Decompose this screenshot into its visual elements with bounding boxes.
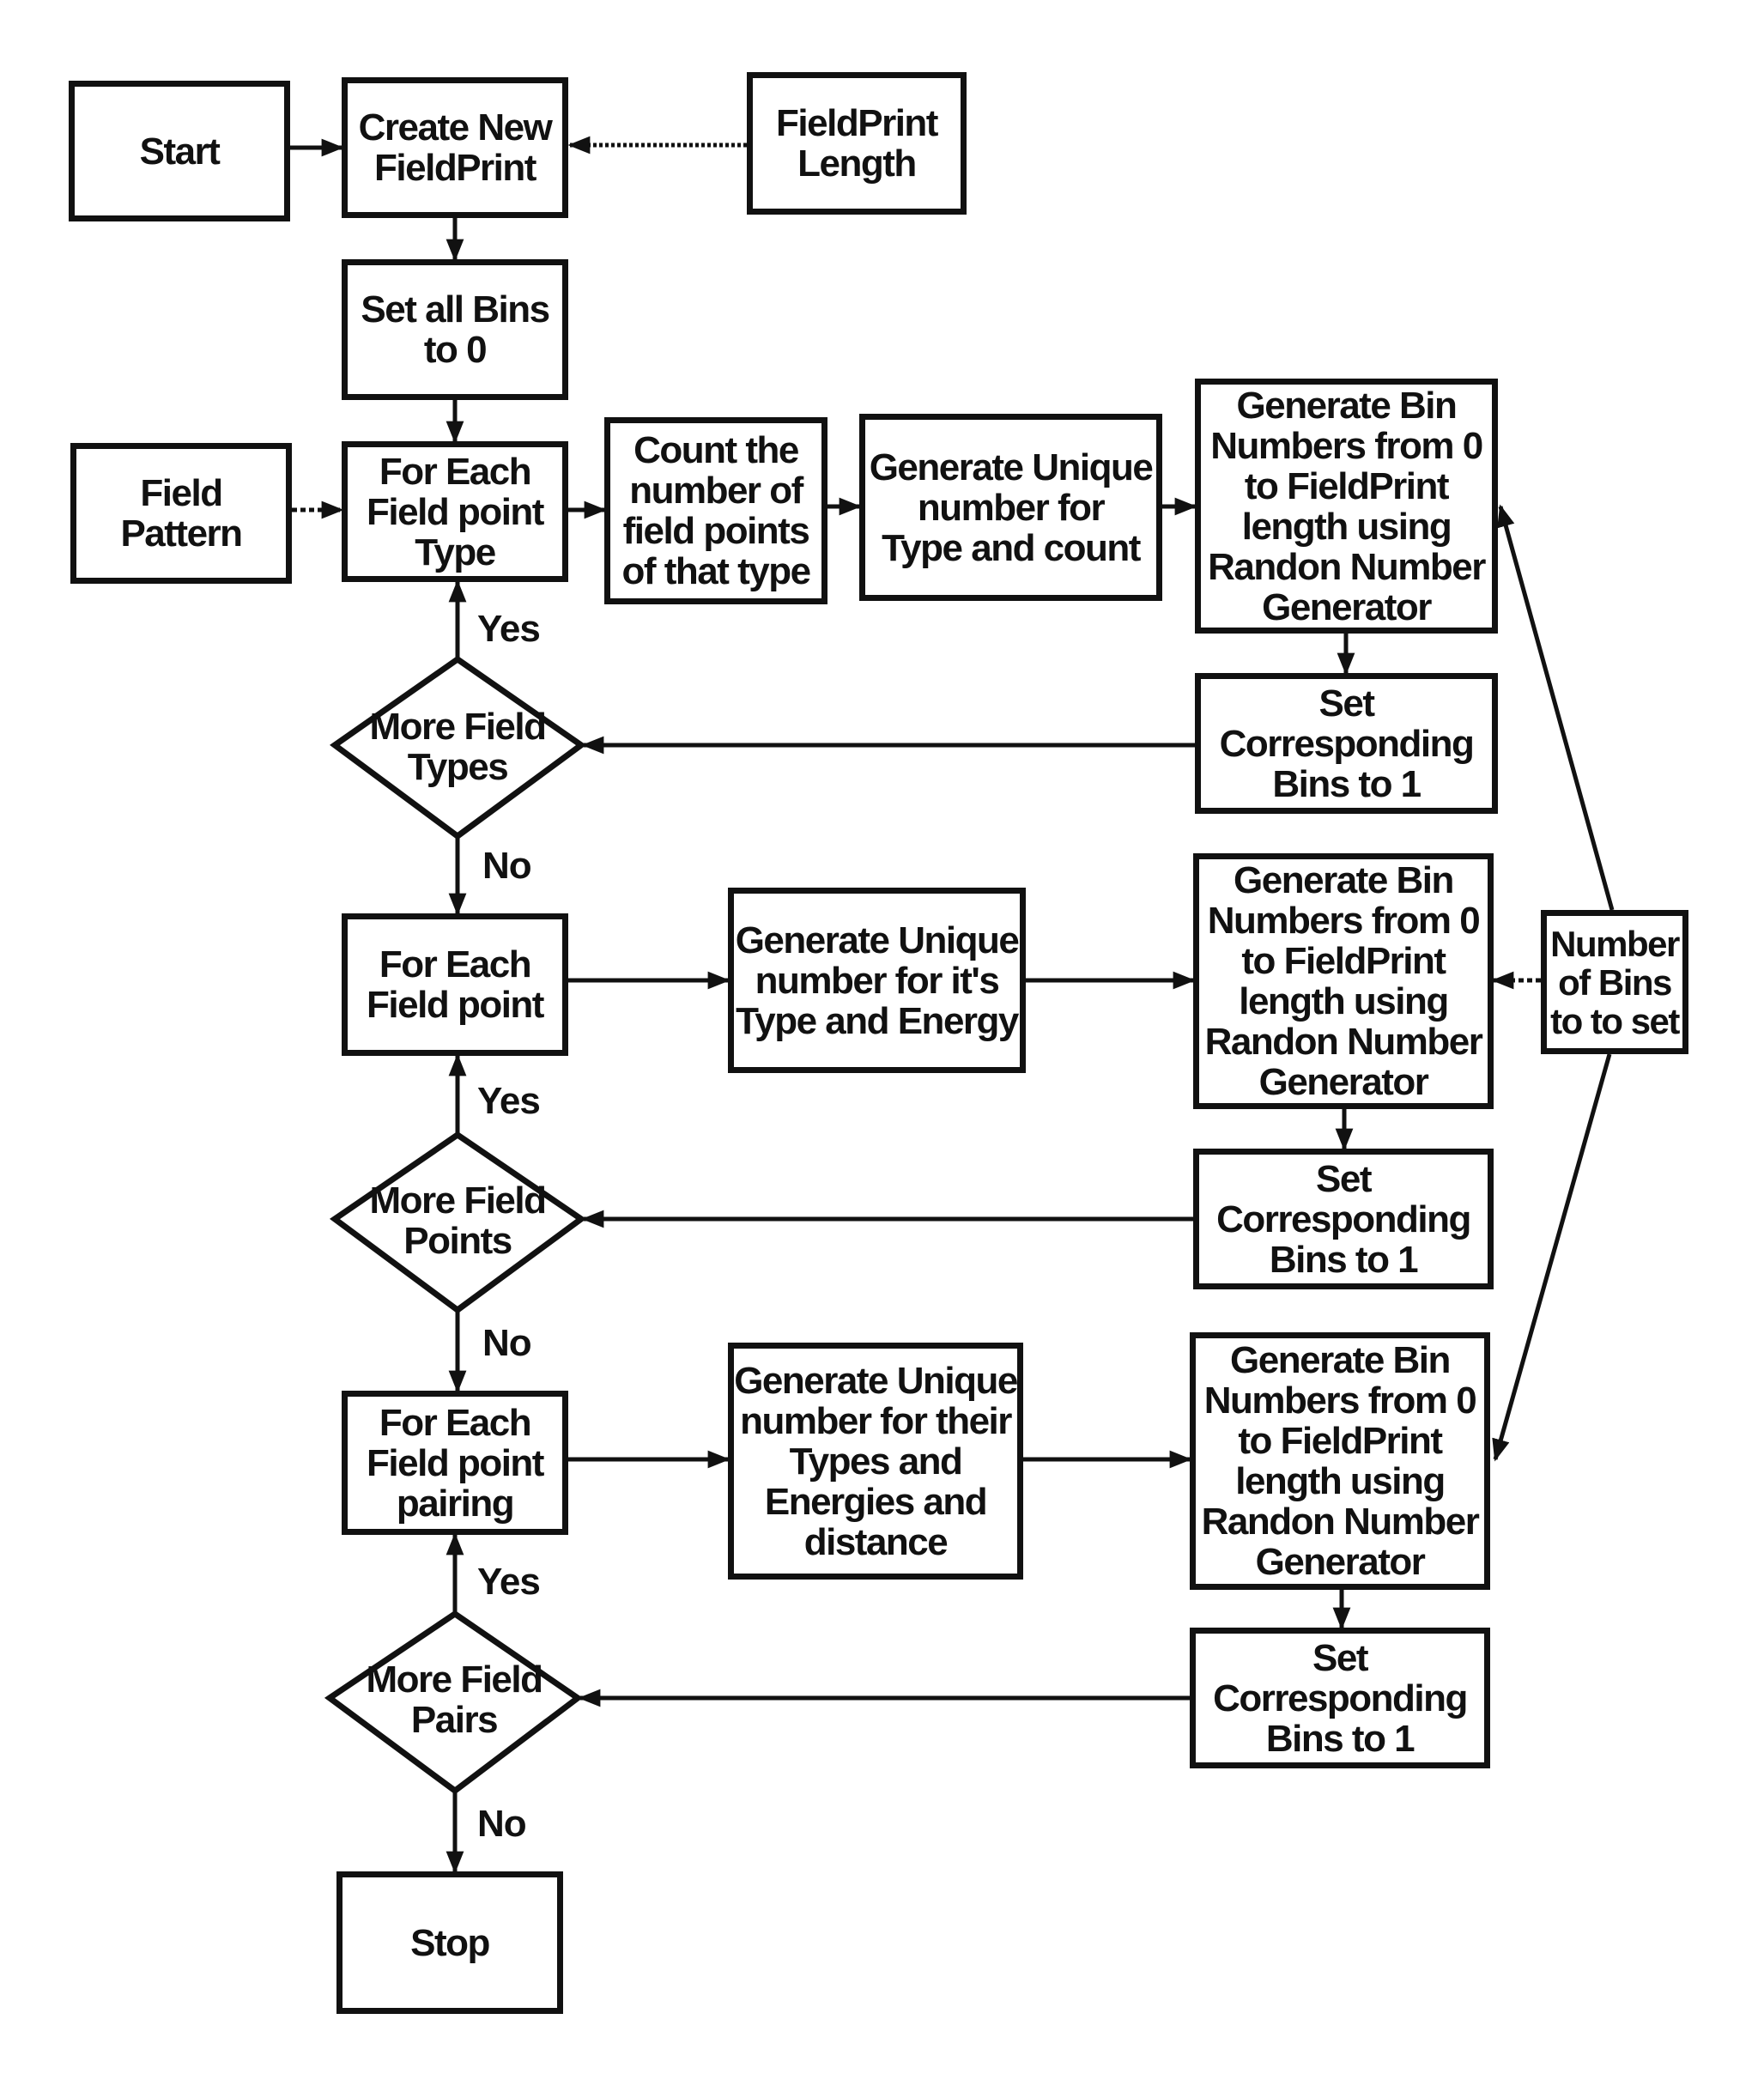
number-of-bins-node: Number of Bins to to set (1541, 910, 1688, 1054)
more-points-text: More Field Points (369, 1179, 547, 1262)
yes-label-2: Yes (477, 1080, 541, 1122)
foreach-point-node: For Each Field point (342, 913, 568, 1056)
no-label-2: No (482, 1322, 532, 1364)
gen-bin-2-node: Generate Bin Numbers from 0 to FieldPrin… (1193, 853, 1494, 1109)
gen-type-energy-node: Generate Unique number for it's Type and… (728, 888, 1026, 1073)
fieldprint-length-node: FieldPrint Length (747, 72, 967, 215)
arrow-nbins-bin1 (1497, 504, 1615, 911)
start-node: Start (69, 81, 290, 221)
foreach-pair-node: For Each Field point pairing (342, 1391, 568, 1535)
field-pattern-node: Field Pattern (70, 443, 292, 584)
set-bins-3-node: Set Corresponding Bins to 1 (1190, 1628, 1490, 1768)
set-bins-zero-node: Set all Bins to 0 (342, 259, 568, 400)
set-bins-1-node: Set Corresponding Bins to 1 (1195, 673, 1498, 814)
more-types-text: More Field Types (369, 706, 547, 788)
set-bins-2-node: Set Corresponding Bins to 1 (1193, 1149, 1494, 1289)
gen-bin-1-node: Generate Bin Numbers from 0 to FieldPrin… (1195, 379, 1498, 634)
gen-bin-3-node: Generate Bin Numbers from 0 to FieldPrin… (1190, 1332, 1490, 1590)
foreach-type-node: For Each Field point Type (342, 441, 568, 582)
stop-node: Stop (336, 1871, 563, 2014)
more-pairs-text: More Field Pairs (366, 1659, 543, 1741)
yes-label-1: Yes (477, 608, 541, 650)
arrow-nbins-bin3 (1492, 1053, 1612, 1462)
yes-label-3: Yes (477, 1561, 541, 1603)
gen-pair-node: Generate Unique number for their Types a… (728, 1343, 1023, 1580)
create-fieldprint-node: Create New FieldPrint (342, 77, 568, 218)
no-label-1: No (482, 845, 532, 887)
no-label-3: No (477, 1803, 527, 1845)
gen-type-count-node: Generate Unique number for Type and coun… (859, 414, 1162, 601)
count-node: Count the number of field points of that… (604, 417, 827, 604)
